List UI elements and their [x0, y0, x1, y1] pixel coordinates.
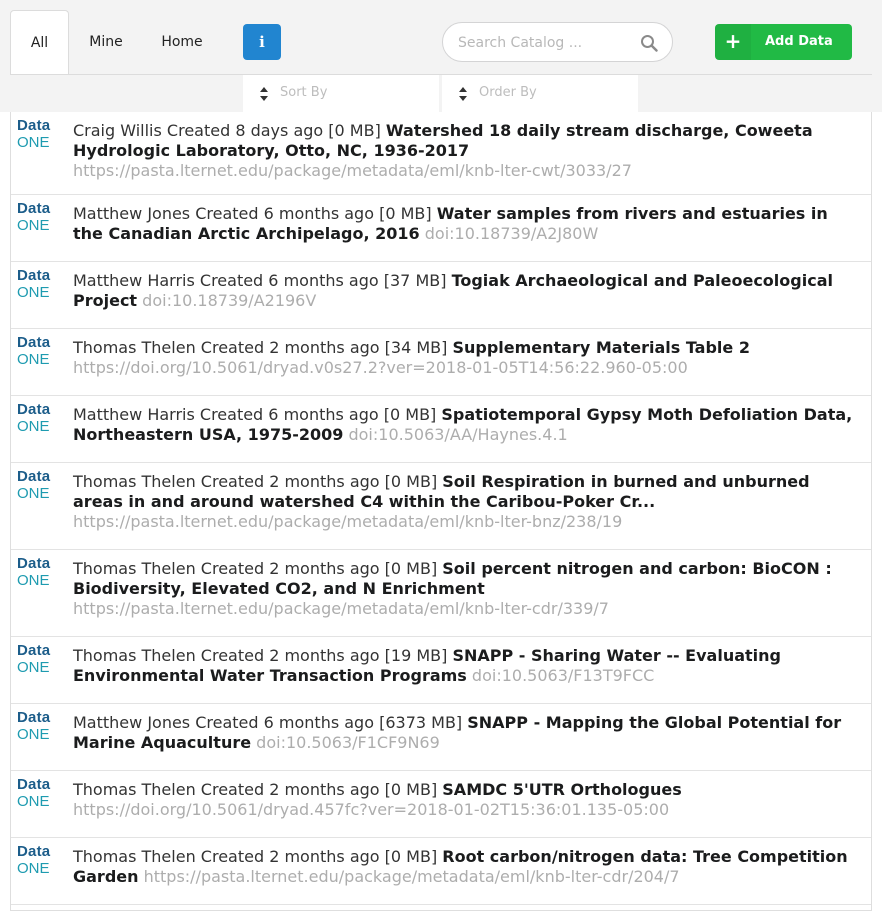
dataset-identifier[interactable]: https://doi.org/10.5061/dryad.v0s27.2?ve… — [73, 358, 688, 377]
list-item[interactable]: Data ONE Thomas Thelen Created 2 months a… — [11, 637, 871, 704]
dataone-logo: Data ONE — [17, 267, 51, 302]
list-item[interactable]: Data ONE Matthew Harris Created 6 months … — [11, 396, 871, 463]
dataone-logo: Data ONE — [17, 776, 51, 811]
dataset-meta: Thomas Thelen Created 2 months ago [0 MB… — [73, 472, 438, 491]
dataset-entry: Matthew Harris Created 6 months ago [0 M… — [73, 405, 863, 445]
sort-by-dropdown[interactable]: Sort By — [243, 75, 439, 112]
tab-home[interactable]: Home — [156, 10, 208, 74]
order-by-dropdown[interactable]: Order By — [442, 75, 638, 112]
dataset-meta: Craig Willis Created 8 days ago [0 MB] — [73, 121, 381, 140]
list-item[interactable]: Data ONE Thomas Thelen Created 2 months a… — [11, 329, 871, 396]
tab-divider — [10, 74, 872, 75]
sort-icon — [459, 87, 467, 101]
dataset-meta: Matthew Harris Created 6 months ago [0 M… — [73, 405, 437, 424]
search-box — [442, 22, 673, 62]
sort-icon — [260, 87, 268, 101]
dataset-identifier[interactable]: https://pasta.lternet.edu/package/metada… — [73, 161, 632, 180]
dataset-entry: Matthew Harris Created 6 months ago [37 … — [73, 271, 863, 311]
dataset-meta: Matthew Jones Created 6 months ago [6373… — [73, 713, 463, 732]
dataset-list: Data ONE Craig Willis Created 8 days ago … — [10, 112, 872, 911]
dataset-entry: Craig Willis Created 8 days ago [0 MB] W… — [73, 121, 863, 181]
toolbar: All Mine Home i + Add Data Sort By Order… — [0, 0, 882, 112]
dataset-identifier[interactable]: doi:10.5063/F1CF9N69 — [256, 733, 440, 752]
info-button[interactable]: i — [243, 24, 281, 60]
dataone-logo: Data ONE — [17, 334, 51, 369]
sort-by-label: Sort By — [280, 85, 328, 100]
dataset-identifier[interactable]: https://pasta.lternet.edu/package/metada… — [144, 867, 680, 886]
dataset-identifier[interactable]: doi:10.18739/A2J80W — [425, 224, 599, 243]
dataset-entry: Thomas Thelen Created 2 months ago [19 M… — [73, 646, 863, 686]
dataone-logo: Data ONE — [17, 200, 51, 235]
search-input[interactable] — [458, 32, 628, 54]
dataset-identifier[interactable]: doi:10.18739/A2196V — [142, 291, 316, 310]
dataset-meta: Thomas Thelen Created 2 months ago [19 M… — [73, 646, 448, 665]
info-icon: i — [259, 33, 265, 51]
add-data-label: Add Data — [765, 34, 833, 49]
add-data-button[interactable]: + Add Data — [715, 24, 852, 60]
list-item[interactable]: Data ONE Matthew Jones Created 6 months a… — [11, 704, 871, 771]
list-item[interactable]: Data ONE Thomas Thelen Created 2 months a… — [11, 463, 871, 550]
dataone-logo: Data ONE — [17, 468, 51, 503]
dataset-entry: Thomas Thelen Created 2 months ago [34 M… — [73, 338, 863, 378]
dataset-identifier[interactable]: doi:10.5063/AA/Haynes.4.1 — [348, 425, 567, 444]
dataset-meta: Matthew Jones Created 6 months ago [0 MB… — [73, 204, 432, 223]
dataset-meta: Thomas Thelen Created 2 months ago [0 MB… — [73, 847, 438, 866]
list-item[interactable]: Data ONE Matthew Harris Created 6 months … — [11, 262, 871, 329]
dataone-logo: Data ONE — [17, 843, 51, 878]
dataset-entry: Thomas Thelen Created 2 months ago [0 MB… — [73, 780, 863, 820]
dataset-meta: Thomas Thelen Created 2 months ago [34 M… — [73, 338, 448, 357]
dataset-meta: Thomas Thelen Created 2 months ago [0 MB… — [73, 780, 438, 799]
dataone-logo: Data ONE — [17, 117, 51, 152]
dataset-identifier[interactable]: https://doi.org/10.5061/dryad.457fc?ver=… — [73, 800, 669, 819]
tab-mine[interactable]: Mine — [84, 10, 128, 74]
dataset-identifier[interactable]: doi:10.5063/F13T9FCC — [472, 666, 654, 685]
dataone-logo: Data ONE — [17, 401, 51, 436]
dataset-identifier[interactable]: https://pasta.lternet.edu/package/metada… — [73, 512, 622, 531]
dataset-title[interactable]: SAMDC 5'UTR Orthologues — [442, 780, 681, 799]
dataone-logo: Data ONE — [17, 709, 51, 744]
tab-all[interactable]: All — [10, 10, 69, 75]
list-item[interactable]: Data ONE Thomas Thelen Created 2 months a… — [11, 771, 871, 838]
dataset-entry: Thomas Thelen Created 2 months ago [0 MB… — [73, 472, 863, 532]
dataone-logo: Data ONE — [17, 555, 51, 590]
dataone-logo: Data ONE — [17, 642, 51, 677]
list-item[interactable]: Data ONE Craig Willis Created 8 days ago … — [11, 112, 871, 195]
order-by-label: Order By — [479, 85, 537, 100]
list-item[interactable]: Data ONE Thomas Thelen Created 2 months a… — [11, 838, 871, 905]
search-icon[interactable] — [640, 34, 658, 52]
list-item[interactable]: Data ONE Thomas Thelen Created 2 months a… — [11, 550, 871, 637]
list-item[interactable]: Data ONE Matthew Jones Created 6 months a… — [11, 195, 871, 262]
dataset-meta: Thomas Thelen Created 2 months ago [0 MB… — [73, 559, 438, 578]
dataset-entry: Matthew Jones Created 6 months ago [6373… — [73, 713, 863, 753]
dataset-entry: Thomas Thelen Created 2 months ago [0 MB… — [73, 559, 863, 619]
dataset-entry: Matthew Jones Created 6 months ago [0 MB… — [73, 204, 863, 244]
plus-icon: + — [715, 24, 751, 60]
dataset-meta: Matthew Harris Created 6 months ago [37 … — [73, 271, 447, 290]
dataset-title[interactable]: Supplementary Materials Table 2 — [452, 338, 750, 357]
dataset-identifier[interactable]: https://pasta.lternet.edu/package/metada… — [73, 599, 609, 618]
dataset-entry: Thomas Thelen Created 2 months ago [0 MB… — [73, 847, 863, 887]
